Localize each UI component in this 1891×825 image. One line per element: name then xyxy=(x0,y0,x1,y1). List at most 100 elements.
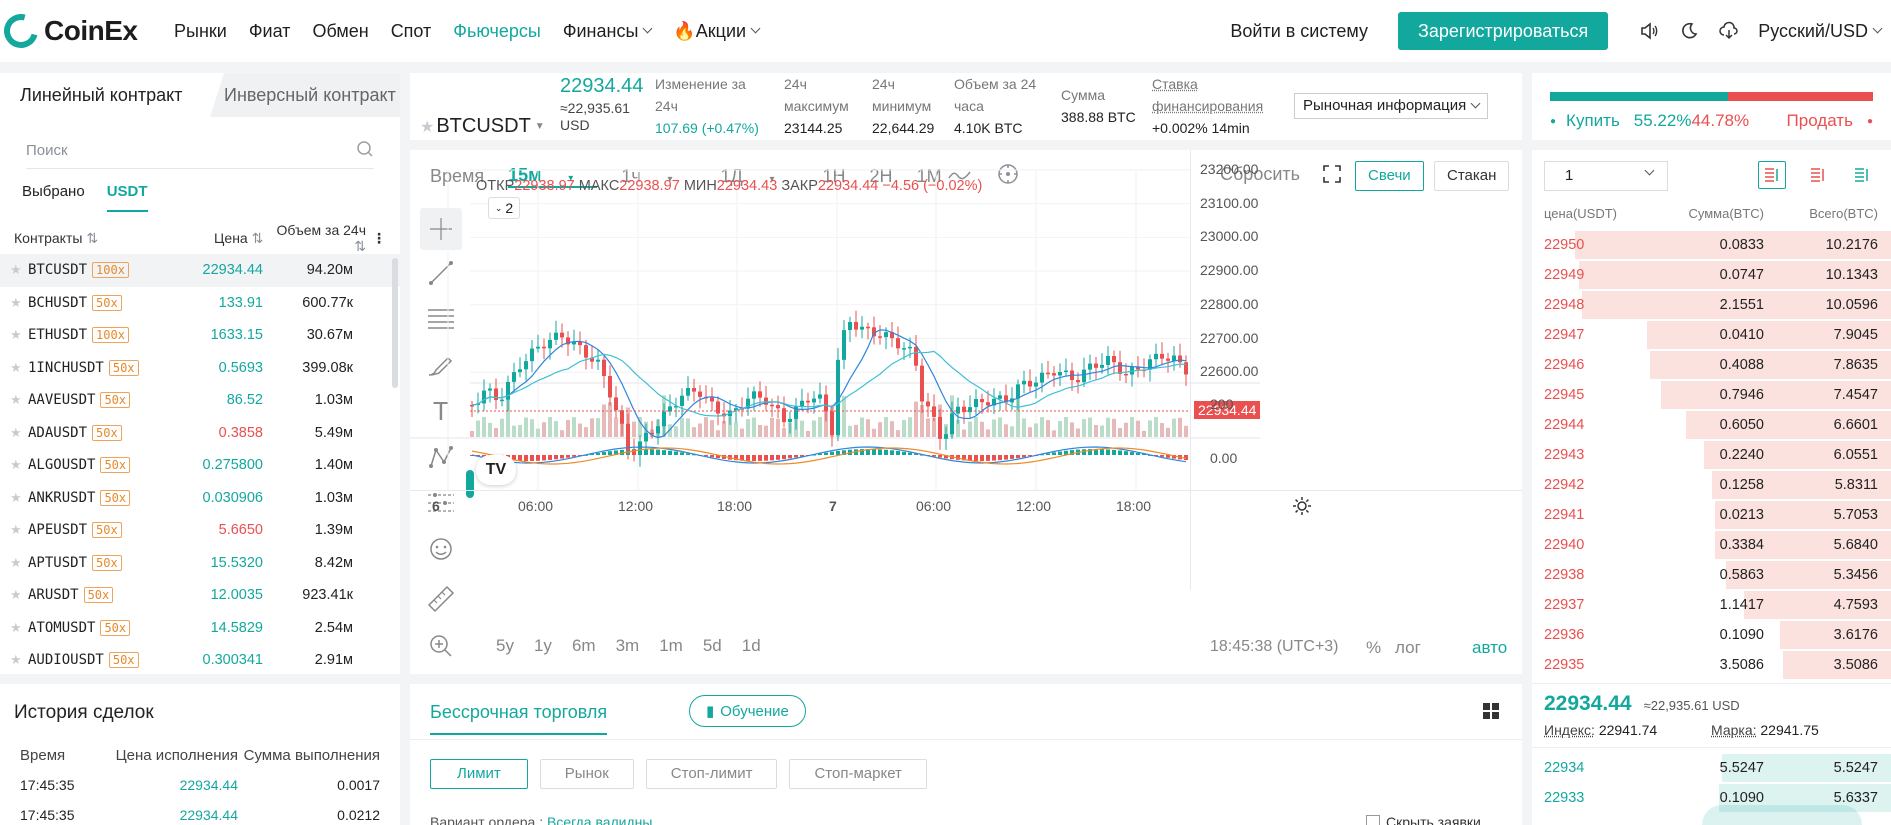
tab-perpetual-trading[interactable]: Бессрочная торговля xyxy=(430,702,607,735)
order-book-row[interactable]: 22940 0.3384 5.6840 xyxy=(1532,530,1891,560)
tab-linear-contract[interactable]: Линейный контракт xyxy=(0,73,210,117)
order-book-row[interactable]: 22936 0.1090 3.6176 xyxy=(1532,620,1891,650)
tutorial-button[interactable]: ▮ Обучение xyxy=(689,695,806,727)
order-book-row[interactable]: 22935 3.5086 3.5086 xyxy=(1532,650,1891,680)
order-type-1[interactable]: Рынок xyxy=(540,759,634,789)
order-book-row[interactable]: 22947 0.0410 7.9045 xyxy=(1532,320,1891,350)
order-book-row[interactable]: 22943 0.2240 6.0551 xyxy=(1532,440,1891,470)
contract-row[interactable]: ★ AAVEUSDT 50x 86.52 1.03м xyxy=(0,384,400,417)
percent-scale-toggle[interactable]: % xyxy=(1366,638,1381,658)
star-icon[interactable]: ★ xyxy=(10,425,28,441)
precision-select[interactable]: 1 xyxy=(1544,161,1668,191)
order-type-0[interactable]: Лимит xyxy=(430,759,528,789)
subtab-usdt[interactable]: USDT xyxy=(107,183,148,212)
logo[interactable]: CoinEx xyxy=(4,14,174,48)
order-book-row[interactable]: 22941 0.0213 5.7053 xyxy=(1532,500,1891,530)
star-icon[interactable]: ★ xyxy=(10,262,28,278)
star-icon[interactable]: ★ xyxy=(10,457,28,473)
order-book-row[interactable]: 22949 0.0747 10.1343 xyxy=(1532,260,1891,290)
star-icon[interactable]: ★ xyxy=(10,620,28,636)
contract-row[interactable]: ★ AUDIOUSDT 50x 0.300341 2.91м xyxy=(0,644,400,677)
market-info-select[interactable]: Рыночная информация xyxy=(1294,93,1488,119)
range-5y[interactable]: 5y xyxy=(496,636,514,656)
language-selector[interactable]: Русский/USD xyxy=(1758,21,1881,42)
contract-row[interactable]: ★ BTCUSDT 100x 22934.44 94.20м xyxy=(0,254,400,287)
contract-row[interactable]: ★ APTUSDT 50x 15.5320 8.42м xyxy=(0,547,400,580)
chart-settings-icon[interactable] xyxy=(1292,496,1312,519)
star-icon[interactable]: ★ xyxy=(10,295,28,311)
hide-orders-checkbox[interactable]: Скрыть заявки xyxy=(1366,814,1481,825)
indicator-toggle[interactable]: ⌄ 2 xyxy=(488,197,520,219)
checkbox[interactable] xyxy=(1366,815,1380,825)
nav-item-4[interactable]: Фьючерсы xyxy=(453,21,541,42)
candlestick-chart[interactable] xyxy=(410,150,1522,674)
star-icon[interactable]: ★ xyxy=(10,360,28,376)
tradingview-logo[interactable]: TV xyxy=(476,455,516,485)
order-book-row[interactable]: 22948 2.1551 10.0596 xyxy=(1532,290,1891,320)
chart-collapse-handle[interactable] xyxy=(466,470,474,498)
contract-row[interactable]: ★ ATOMUSDT 50x 14.5829 2.54м xyxy=(0,612,400,645)
more-vertical-icon[interactable]: ⋮ xyxy=(372,230,386,247)
col-volume[interactable]: Объем за 24ч ⇅ xyxy=(263,222,366,255)
login-link[interactable]: Войти в систему xyxy=(1230,21,1368,42)
auto-scale-toggle[interactable]: авто xyxy=(1472,638,1507,658)
contract-row[interactable]: ★ ADAUSDT 50x 0.3858 5.49м xyxy=(0,417,400,450)
register-button[interactable]: Зарегистрироваться xyxy=(1398,12,1608,50)
book-view-asks-icon[interactable] xyxy=(1804,161,1832,189)
col-price[interactable]: Цена ⇅ xyxy=(200,230,264,247)
nav-item-3[interactable]: Спот xyxy=(391,21,432,42)
range-5d[interactable]: 5d xyxy=(703,636,722,656)
range-6m[interactable]: 6m xyxy=(572,636,596,656)
star-icon[interactable]: ★ xyxy=(10,652,28,668)
range-1m[interactable]: 1m xyxy=(659,636,683,656)
star-icon[interactable]: ★ xyxy=(10,490,28,506)
order-book-row[interactable]: 22942 0.1258 5.8311 xyxy=(1532,470,1891,500)
nav-item-6[interactable]: 🔥Акции xyxy=(673,21,759,42)
contract-row[interactable]: ★ BCHUSDT 50x 133.91 600.77к xyxy=(0,287,400,320)
range-3m[interactable]: 3m xyxy=(616,636,640,656)
contract-row[interactable]: ★ ETHUSDT 100x 1633.15 30.67м xyxy=(0,319,400,352)
order-type-2[interactable]: Стоп-лимит xyxy=(646,759,778,789)
download-icon[interactable] xyxy=(1718,20,1740,42)
contract-row[interactable]: ★ 1INCHUSDT 50x 0.5693 399.08к xyxy=(0,352,400,385)
range-1y[interactable]: 1y xyxy=(534,636,552,656)
book-view-bids-icon[interactable] xyxy=(1848,161,1876,189)
order-type-3[interactable]: Стоп-маркет xyxy=(789,759,926,789)
funding-rate[interactable]: Ставка финансирования +0.002% 14min xyxy=(1152,73,1263,140)
search-input[interactable]: Поиск xyxy=(26,142,68,159)
col-contracts[interactable]: Контракты ⇅ xyxy=(14,230,200,247)
nav-item-0[interactable]: Рынки xyxy=(174,21,227,42)
contract-list-scrollbar[interactable] xyxy=(392,258,398,388)
search-icon[interactable] xyxy=(356,140,374,162)
contract-row[interactable]: ★ ALGOUSDT 50x 0.275800 1.40м xyxy=(0,449,400,482)
star-icon[interactable]: ★ xyxy=(10,522,28,538)
contract-row[interactable]: ★ APEUSDT 50x 5.6650 1.39м xyxy=(0,514,400,547)
order-book-row[interactable]: 22937 1.1417 4.7593 xyxy=(1532,590,1891,620)
contract-search[interactable]: Поиск xyxy=(26,133,374,169)
order-book-row[interactable]: 22938 0.5863 5.3456 xyxy=(1532,560,1891,590)
range-1d[interactable]: 1d xyxy=(742,636,761,656)
nav-item-1[interactable]: Фиат xyxy=(249,21,291,42)
chat-widget[interactable] xyxy=(1702,805,1862,825)
order-book-row[interactable]: 22946 0.4088 7.8635 xyxy=(1532,350,1891,380)
star-icon[interactable]: ★ xyxy=(420,117,434,137)
order-book-row[interactable]: 22934 5.5247 5.5247 xyxy=(1532,753,1891,783)
subtab-favorites[interactable]: Выбрано xyxy=(22,183,85,212)
star-icon[interactable]: ★ xyxy=(10,587,28,603)
contract-row[interactable]: ★ ANKRUSDT 50x 0.030906 1.03м xyxy=(0,482,400,515)
moon-icon[interactable] xyxy=(1678,20,1700,42)
order-book-row[interactable]: 22945 0.7946 7.4547 xyxy=(1532,380,1891,410)
star-icon[interactable]: ★ xyxy=(10,555,28,571)
nav-item-2[interactable]: Обмен xyxy=(312,21,368,42)
star-icon[interactable]: ★ xyxy=(10,392,28,408)
speaker-icon[interactable] xyxy=(1638,20,1660,42)
log-scale-toggle[interactable]: лог xyxy=(1395,638,1421,658)
star-icon[interactable]: ★ xyxy=(10,327,28,343)
layout-grid-icon[interactable] xyxy=(1482,702,1500,723)
book-view-both-icon[interactable] xyxy=(1758,161,1786,189)
order-book-row[interactable]: 22944 0.6050 6.6601 xyxy=(1532,410,1891,440)
nav-item-5[interactable]: Финансы xyxy=(563,21,652,42)
order-book-row[interactable]: 22950 0.0833 10.2176 xyxy=(1532,230,1891,260)
tab-inverse-contract[interactable]: Инверсный контракт xyxy=(210,73,400,117)
contract-row[interactable]: ★ ARUSDT 50x 12.0035 923.41к xyxy=(0,579,400,612)
